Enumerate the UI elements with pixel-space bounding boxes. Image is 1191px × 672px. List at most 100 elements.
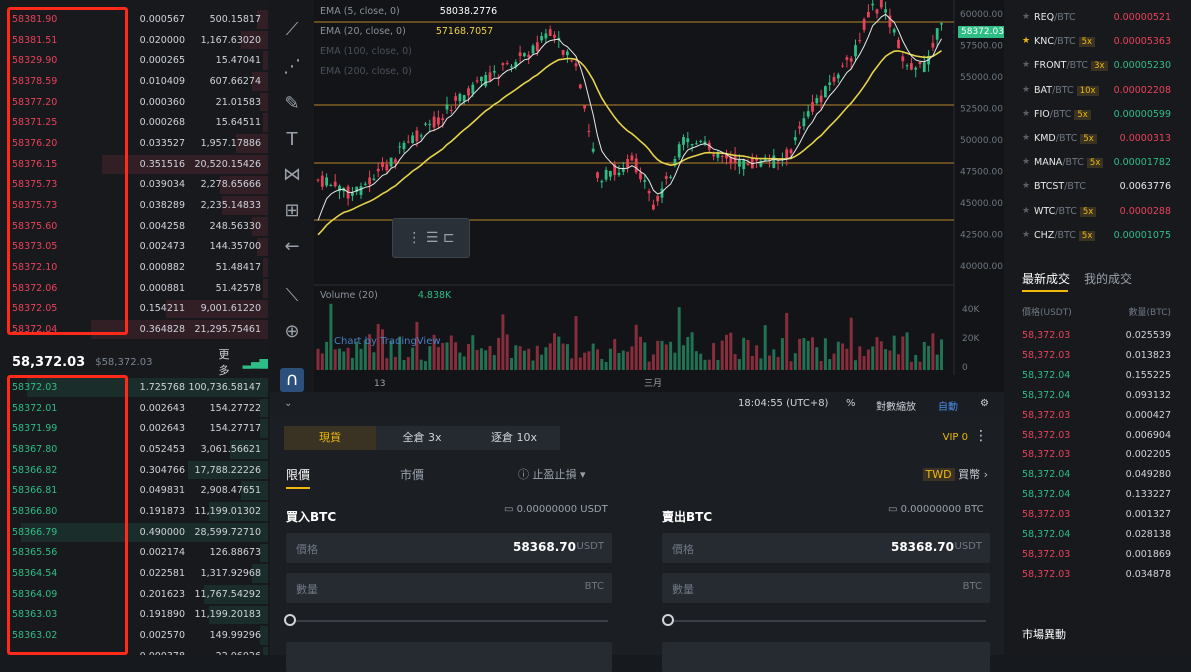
sell-slider-knob[interactable] bbox=[662, 614, 674, 626]
candle-body bbox=[424, 123, 427, 125]
depth-bar bbox=[259, 543, 268, 563]
pair-row[interactable]: ★ CHZ/BTC 5x 0.00001075 bbox=[1004, 224, 1191, 248]
star-icon[interactable]: ★ bbox=[1022, 36, 1030, 46]
price-chart[interactable]: 60000.00 57500.00 55000.00 52500.00 50000.00… bbox=[314, 0, 1007, 395]
volume-bar bbox=[617, 352, 621, 370]
star-icon[interactable]: ★ bbox=[1022, 12, 1030, 22]
star-icon[interactable]: ★ bbox=[1022, 133, 1030, 143]
chart-tool-popup[interactable]: ⋮ ☰ ⊏ bbox=[392, 218, 470, 258]
star-icon[interactable]: ★ bbox=[1022, 181, 1030, 191]
volume-bar bbox=[561, 343, 565, 370]
trades-tab-latest[interactable]: 最新成交 bbox=[1022, 270, 1070, 287]
pair-symbol: BTCST/BTC bbox=[1034, 181, 1086, 192]
tab-isolated[interactable]: 逐倉 10x bbox=[468, 426, 560, 450]
log-toggle[interactable]: 對數縮放 bbox=[876, 398, 916, 413]
pair-row[interactable]: ★ KNC/BTC 5x 0.00005363 bbox=[1004, 30, 1191, 54]
more-menu-icon[interactable]: ⋮ bbox=[974, 428, 988, 444]
mark-price: $58,372.03 bbox=[95, 356, 153, 368]
brush-icon[interactable]: ✎ bbox=[280, 92, 304, 116]
candle-body bbox=[548, 29, 552, 37]
trade-row: 58,372.04 0.093132 bbox=[1004, 386, 1191, 406]
auto-toggle[interactable]: 自動 bbox=[938, 398, 958, 413]
volume-bar bbox=[484, 350, 488, 370]
volume-bar bbox=[669, 341, 673, 370]
fib-icon[interactable]: ⋰ bbox=[280, 55, 304, 79]
volume-bar bbox=[406, 357, 410, 370]
buy-price-label: 價格 bbox=[296, 543, 318, 556]
volume-bar bbox=[789, 361, 793, 370]
volume-bar bbox=[643, 342, 647, 370]
volume-bar bbox=[854, 360, 857, 370]
buy-price-unit: USDT bbox=[576, 541, 604, 552]
pair-row[interactable]: ★ WTC/BTC 5x 0.0000288 bbox=[1004, 200, 1191, 224]
candle-body bbox=[630, 155, 634, 161]
star-icon[interactable]: ★ bbox=[1022, 157, 1030, 167]
magnet-icon[interactable]: ∩ bbox=[280, 368, 304, 392]
depth-bar bbox=[259, 419, 268, 439]
pair-row[interactable]: ★ MANA/BTC 5x 0.00001782 bbox=[1004, 151, 1191, 175]
order-type-stop[interactable]: ⓘ 止盈止損 ▾ bbox=[518, 466, 586, 482]
buy-qty-input[interactable]: 數量 BTC bbox=[286, 573, 612, 603]
buy-slider[interactable] bbox=[290, 620, 608, 622]
buy-price-input[interactable]: 價格 58368.70 USDT bbox=[286, 533, 612, 563]
more-link[interactable]: 更多 bbox=[218, 346, 238, 378]
star-icon[interactable]: ★ bbox=[1022, 206, 1030, 216]
ask-total: 21,295.75461 bbox=[194, 324, 261, 336]
back-arrow-icon[interactable]: ← bbox=[280, 235, 304, 259]
buy-total-input[interactable] bbox=[286, 642, 612, 672]
trade-row: 58,372.03 0.034878 bbox=[1004, 565, 1191, 585]
trade-row: 58,372.03 0.006904 bbox=[1004, 426, 1191, 446]
trend-line-icon[interactable]: ⟋ bbox=[280, 18, 304, 42]
candle-body bbox=[462, 95, 466, 102]
volume-bar bbox=[462, 356, 466, 370]
star-icon[interactable]: ★ bbox=[1022, 60, 1030, 70]
collapse-icon[interactable]: ⌄ bbox=[284, 398, 292, 409]
settings-icon[interactable]: ⚙ bbox=[980, 398, 989, 409]
sell-qty-input[interactable]: 數量 BTC bbox=[662, 573, 990, 603]
pair-symbol: FIO/BTC 5x bbox=[1034, 109, 1091, 120]
pair-row[interactable]: ★ REQ/BTC 0.00000521 bbox=[1004, 6, 1191, 30]
candle-body bbox=[738, 159, 741, 167]
order-type-market[interactable]: 市價 bbox=[400, 466, 424, 483]
volume-bar bbox=[690, 332, 694, 370]
bid-qty: 0.201623 bbox=[139, 588, 185, 600]
trades-tab-mine[interactable]: 我的成交 bbox=[1084, 270, 1132, 287]
star-icon[interactable]: ★ bbox=[1022, 109, 1030, 119]
pair-row[interactable]: ★ BTCST/BTC 0.0063776 bbox=[1004, 175, 1191, 199]
tab-cross[interactable]: 全倉 3x bbox=[376, 426, 468, 450]
pair-row[interactable]: ★ KMD/BTC 5x 0.0000313 bbox=[1004, 127, 1191, 151]
pair-row[interactable]: ★ FIO/BTC 5x 0.00000599 bbox=[1004, 103, 1191, 127]
volume-bar bbox=[613, 339, 617, 370]
pair-price: 0.00000599 bbox=[1113, 108, 1171, 120]
measure-icon[interactable]: ⊞ bbox=[280, 199, 304, 223]
sell-total-input[interactable] bbox=[662, 642, 990, 672]
star-icon[interactable]: ★ bbox=[1022, 230, 1030, 240]
candle-body bbox=[480, 76, 483, 82]
zoom-icon[interactable]: ⊕ bbox=[280, 320, 304, 344]
star-icon[interactable]: ★ bbox=[1022, 85, 1030, 95]
order-type-limit[interactable]: 限價 bbox=[286, 466, 310, 483]
text-icon[interactable]: T bbox=[280, 128, 304, 152]
candle-body bbox=[918, 61, 922, 65]
candle-body bbox=[501, 63, 505, 66]
buy-slider-knob[interactable] bbox=[284, 614, 296, 626]
sell-price-input[interactable]: 價格 58368.70 USDT bbox=[662, 533, 990, 563]
bid-qty: 0.022581 bbox=[139, 568, 185, 580]
ema-legend-5: EMA (5, close, 0) 58038.2776 bbox=[320, 6, 498, 17]
volume-bar bbox=[441, 342, 445, 370]
tab-spot[interactable]: 現貨 bbox=[284, 426, 376, 450]
candle-body bbox=[656, 195, 660, 202]
pair-row[interactable]: ★ BAT/BTC 10x 0.00002208 bbox=[1004, 79, 1191, 103]
candle-body bbox=[914, 67, 918, 70]
pair-base: WTC bbox=[1034, 205, 1056, 217]
trade-qty: 0.034878 bbox=[1125, 568, 1171, 580]
pair-row[interactable]: ★ FRONT/BTC 3x 0.00005230 bbox=[1004, 54, 1191, 78]
ruler-icon[interactable]: ⟍ bbox=[280, 284, 304, 308]
candle-body bbox=[677, 144, 681, 158]
candle-body bbox=[875, 9, 879, 14]
twd-buy[interactable]: TWD 買幣 › bbox=[922, 466, 988, 482]
pattern-icon[interactable]: ⋈ bbox=[280, 163, 304, 187]
percent-toggle[interactable]: % bbox=[846, 398, 856, 409]
sell-slider[interactable] bbox=[666, 620, 986, 622]
volume-bar bbox=[428, 346, 432, 370]
